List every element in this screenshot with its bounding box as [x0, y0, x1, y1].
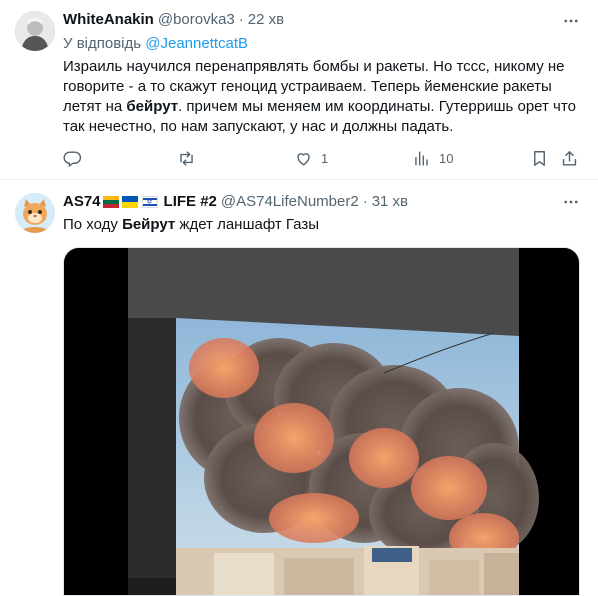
user-handle[interactable]: @AS74LifeNumber2: [221, 192, 359, 212]
tweet-header: WhiteAnakin @borovka3 · 22 хв: [63, 10, 284, 30]
reply-icon: [63, 150, 82, 167]
display-name[interactable]: AS74: [63, 192, 101, 212]
mention-link[interactable]: @JeannettcatB: [145, 35, 248, 52]
dot-separator: ·: [362, 193, 368, 210]
highlighted-word: Бейрут: [122, 216, 176, 233]
highlighted-word: бейрут: [126, 98, 179, 115]
views-icon: [415, 150, 428, 166]
more-icon[interactable]: [560, 191, 582, 213]
reply-button[interactable]: [63, 147, 82, 169]
bookmark-icon: [534, 150, 545, 166]
replying-to: У відповідь @JeannettcatB: [63, 34, 248, 54]
display-name[interactable]: WhiteAnakin: [63, 10, 154, 30]
tweet-text: Израиль научился перенапрявлять бомбы и …: [63, 57, 583, 137]
text-line: летят на бейрут. причем мы меняем им коо…: [63, 98, 576, 115]
display-name-suffix[interactable]: LIFE #2: [164, 192, 217, 212]
video-frame: [64, 248, 579, 595]
like-count: 1: [321, 150, 329, 166]
timestamp[interactable]: 31 хв: [372, 192, 408, 212]
share-icon: [562, 150, 577, 166]
tweet-whiteanakin[interactable]: WhiteAnakin @borovka3 · 22 хв У відповід…: [0, 0, 598, 180]
action-bar: 1 10: [63, 147, 583, 169]
like-button[interactable]: 1: [294, 147, 328, 169]
tweet-text: По ходу Бейрут ждет ланшафт Газы: [63, 215, 583, 235]
views-count: 10: [439, 150, 454, 166]
text-line: Израиль научился перенапрявлять бомбы и …: [63, 58, 565, 75]
more-icon[interactable]: [560, 10, 582, 32]
flag-ukraine: [121, 196, 138, 208]
video-media[interactable]: [63, 247, 580, 596]
tweet-as74[interactable]: AS74 ✡ LIFE #2 @AS74LifeNumber2 · 31 хв …: [0, 181, 598, 596]
flag-lithuania: [102, 196, 119, 208]
retweet-button[interactable]: [177, 147, 196, 169]
tweet-header: AS74 ✡ LIFE #2 @AS74LifeNumber2 · 31 хв: [63, 192, 408, 212]
views-button[interactable]: 10: [412, 147, 453, 169]
text-line: По ходу Бейрут ждет ланшафт Газы: [63, 216, 320, 233]
share-button[interactable]: [560, 147, 579, 169]
timestamp[interactable]: 22 хв: [248, 10, 284, 30]
replying-prefix: У відповідь: [63, 35, 142, 52]
flag-israel: ✡: [141, 196, 158, 208]
bookmark-button[interactable]: [530, 147, 549, 169]
avatar[interactable]: [15, 193, 55, 233]
avatar[interactable]: [15, 11, 55, 51]
dot-separator: ·: [238, 11, 244, 28]
retweet-icon: [180, 150, 193, 166]
text-line: так нечестно, по нам запускают, у нас и …: [63, 118, 454, 135]
like-icon: [297, 152, 310, 166]
text-line: говорите - а то скажут геноцид устраивае…: [63, 78, 552, 95]
user-handle[interactable]: @borovka3: [158, 10, 235, 30]
